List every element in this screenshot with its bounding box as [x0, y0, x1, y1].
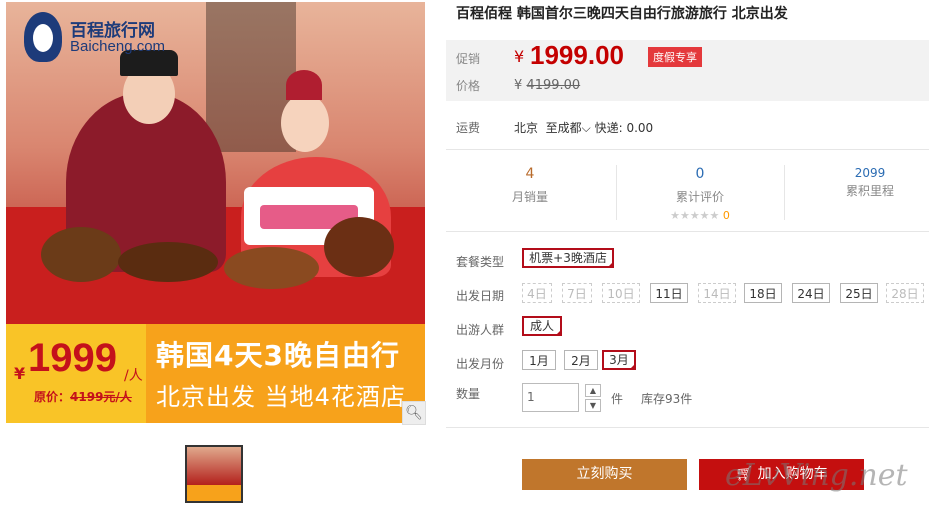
review-count-label: 累计评价	[675, 190, 724, 204]
monthly-sales: 4 月销量	[470, 166, 590, 205]
thumbnail-banner	[187, 485, 241, 501]
date-option[interactable]: 25日	[840, 283, 878, 303]
month-label: 出发月份	[456, 357, 505, 371]
quantity-label: 数量	[456, 387, 481, 401]
ship-to-select[interactable]: 至成都⌵	[546, 121, 591, 135]
month-option[interactable]: 2月	[564, 350, 598, 370]
stat-divider	[784, 165, 785, 220]
quantity-increase-button[interactable]: ▲	[585, 384, 601, 397]
banner-orig-label: 原价：	[34, 390, 71, 404]
orig-currency: ¥	[514, 78, 523, 93]
stat-divider	[616, 165, 617, 220]
bride-crown	[286, 70, 322, 100]
date-option[interactable]: 11日	[650, 283, 688, 303]
divider	[446, 231, 929, 232]
food-plate	[41, 227, 121, 282]
date-option[interactable]: 28日	[886, 283, 924, 303]
banner-yen: ¥	[14, 364, 26, 383]
monthly-sales-value: 4	[525, 166, 535, 182]
penguin-logo-icon	[24, 12, 62, 62]
promo-label: 促销	[456, 52, 481, 66]
banner-title: 韩国4天3晚自由行	[156, 339, 400, 372]
review-count[interactable]: 0 累计评价 ★★★★★ 0	[640, 166, 760, 222]
review-count-value: 0	[695, 166, 705, 182]
quantity-decrease-button[interactable]: ▼	[585, 399, 601, 412]
banner-per: /人	[124, 368, 143, 384]
stock-count: 库存93件	[641, 392, 693, 406]
current-price: 1999.00	[530, 40, 624, 70]
ship-to-label: 至成都	[545, 121, 582, 135]
points-label: 累积里程	[845, 184, 894, 198]
points-value: 2099	[854, 166, 886, 180]
date-option[interactable]: 24日	[792, 283, 830, 303]
star-icon: ★★★★★	[670, 209, 720, 222]
date-option[interactable]: 10日	[602, 283, 640, 303]
product-title: 百程佰程 韩国首尔三晚四天自由行旅游旅行 北京出发	[456, 6, 788, 22]
price-box: 促销 价格 ¥ 1999.00 度假专享 ¥ 4199.00	[446, 40, 929, 101]
crowd-option[interactable]: 成人	[522, 316, 562, 336]
divider	[446, 149, 929, 150]
ship-from: 北京	[514, 121, 539, 135]
search-icon[interactable]: 🔍︎	[402, 401, 426, 425]
banner-original-price: 原价：4199元/人	[34, 388, 132, 405]
points: 2099 累积里程	[810, 166, 929, 199]
banner-subtitle: 北京出发 当地4花酒店	[156, 383, 406, 411]
date-option[interactable]: 7日	[562, 283, 592, 303]
package-label: 套餐类型	[456, 255, 505, 269]
date-label: 出发日期	[456, 289, 505, 303]
chevron-down-icon: ⌵	[581, 121, 591, 135]
watermark: eLvVing.net	[725, 458, 908, 493]
currency-symbol: ¥	[514, 47, 525, 66]
thumbnail-photo	[187, 447, 241, 485]
shipping-info: 北京 至成都⌵ 快递: 0.00	[514, 119, 653, 136]
crowd-label: 出游人群	[456, 323, 505, 337]
month-option[interactable]: 3月	[602, 350, 636, 370]
shipping-label: 运费	[456, 121, 481, 135]
rating-score: 0	[722, 209, 730, 222]
product-info: 百程佰程 韩国首尔三晚四天自由行旅游旅行 北京出发 促销 价格 ¥ 1999.0…	[446, 0, 929, 512]
divider	[446, 427, 929, 428]
baicheng-logo: 百程旅行网 Baicheng.com	[24, 12, 184, 64]
bride-face	[281, 94, 329, 152]
date-option[interactable]: 14日	[698, 283, 736, 303]
promo-tag: 度假专享	[648, 47, 702, 67]
rating-stars: ★★★★★ 0	[640, 209, 760, 222]
month-option[interactable]: 1月	[522, 350, 556, 370]
price-label: 价格	[456, 79, 481, 93]
orig-value: 4199.00	[526, 78, 581, 93]
food-plate	[324, 217, 394, 277]
ship-method: 快递: 0.00	[594, 121, 654, 135]
logo-domain: Baicheng.com	[70, 38, 166, 55]
quantity-input[interactable]: 1	[522, 383, 579, 412]
product-gallery: 百程旅行网 Baicheng.com ¥ 1999 /人 原价：4199元/人 …	[0, 0, 430, 512]
buy-now-button[interactable]: 立刻购买	[522, 459, 687, 490]
banner-price: 1999	[28, 336, 117, 380]
banner-orig-value: 4199元/人	[70, 390, 132, 404]
quantity-unit: 件	[611, 392, 624, 406]
main-product-image[interactable]: 百程旅行网 Baicheng.com ¥ 1999 /人 原价：4199元/人 …	[6, 2, 425, 423]
monthly-sales-label: 月销量	[511, 190, 548, 204]
date-option[interactable]: 18日	[744, 283, 782, 303]
date-option[interactable]: 4日	[522, 283, 552, 303]
original-price: ¥ 4199.00	[514, 78, 580, 93]
food-plate	[118, 242, 218, 282]
package-option[interactable]: 机票+3晚酒店	[522, 248, 614, 268]
thumbnail-image[interactable]	[185, 445, 243, 503]
food-plate	[224, 247, 319, 289]
